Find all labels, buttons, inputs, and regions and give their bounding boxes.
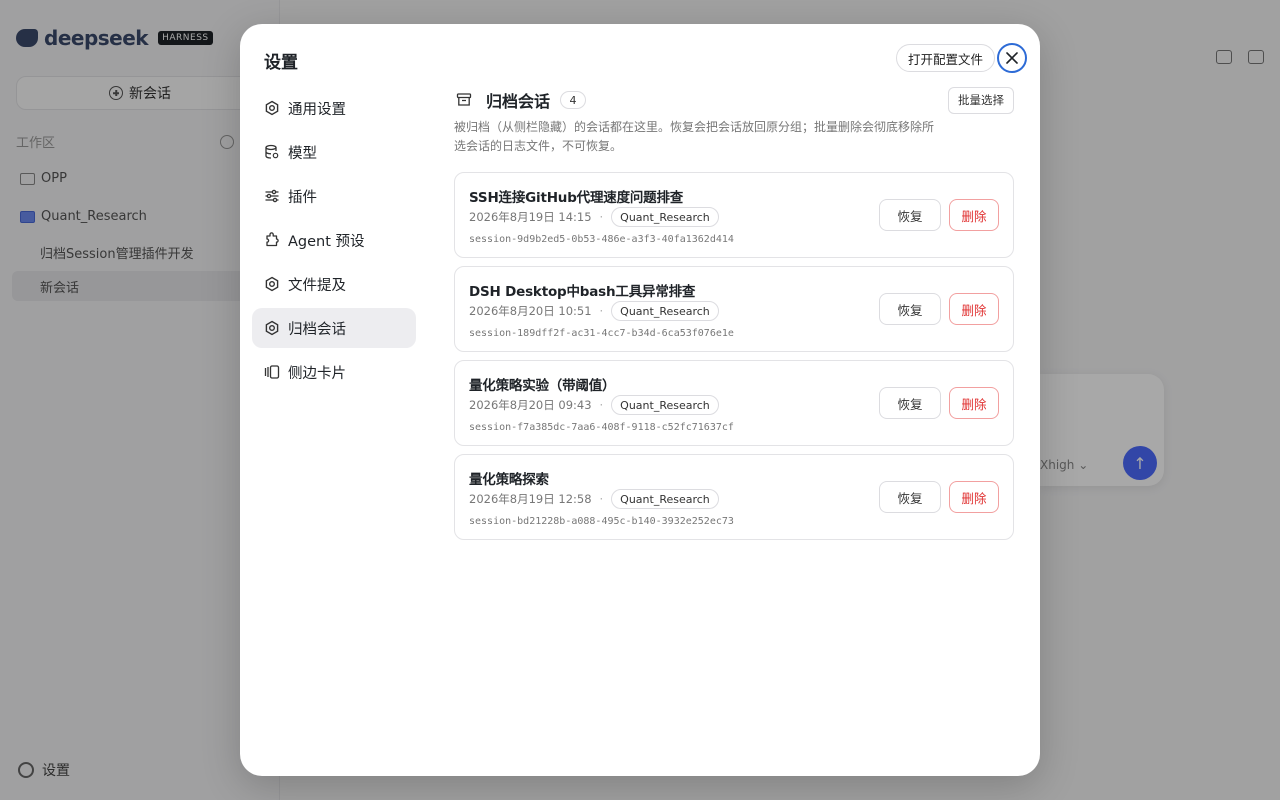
workspace-tag: Quant_Research [611,489,719,509]
delete-button[interactable]: 删除 [949,481,999,513]
modal-title: 设置 [264,53,298,73]
bulk-select-button[interactable]: 批量选择 [948,86,1014,114]
close-button[interactable] [997,43,1027,73]
gear-icon [264,100,280,116]
session-id: session-189dff2f-ac31-4cc7-b34d-6ca53f07… [469,328,734,339]
nav-label: 模型 [288,145,317,162]
archived-session-card: DSH Desktop中bash工具异常排查 2026年8月20日 10:51 … [454,266,1014,352]
restore-button[interactable]: 恢复 [879,387,941,419]
session-id: session-bd21228b-a088-495c-b140-3932e252… [469,516,734,527]
nav-item-side-cards[interactable]: 侧边卡片 [252,352,416,392]
delete-button[interactable]: 删除 [949,387,999,419]
workspace-tag: Quant_Research [611,207,719,227]
nav-item-plugins[interactable]: 插件 [252,176,416,216]
database-icon [264,144,280,160]
archived-session-card: 量化策略探索 2026年8月19日 12:58 · Quant_Research… [454,454,1014,540]
nav-label: 通用设置 [288,101,346,118]
gear-icon [264,320,280,336]
nav-label: 侧边卡片 [288,365,346,382]
separator-dot: · [599,398,604,412]
session-date: 2026年8月20日 10:51 [469,304,592,318]
separator-dot: · [599,492,604,506]
open-config-button[interactable]: 打开配置文件 [896,44,996,72]
session-title: 量化策略实验（带阈值） [469,378,616,394]
archived-session-list: SSH连接GitHub代理速度问题排查 2026年8月19日 14:15 · Q… [454,172,1014,540]
panel-header: 归档会话 4 批量选择 [454,86,1014,114]
settings-modal: 设置 打开配置文件 通用设置 模型 插件 Agent 预设 文件提及 归档会话 [240,24,1040,776]
count-badge: 4 [560,91,587,109]
session-date: 2026年8月19日 14:15 [469,210,592,224]
restore-button[interactable]: 恢复 [879,199,941,231]
settings-nav: 通用设置 模型 插件 Agent 预设 文件提及 归档会话 侧边卡片 [252,88,416,396]
archived-session-card: 量化策略实验（带阈值） 2026年8月20日 09:43 · Quant_Res… [454,360,1014,446]
delete-button[interactable]: 删除 [949,199,999,231]
archived-sessions-panel: 归档会话 4 批量选择 被归档（从侧栏隐藏）的会话都在这里。恢复会把会话放回原分… [454,86,1014,548]
panel-description: 被归档（从侧栏隐藏）的会话都在这里。恢复会把会话放回原分组；批量删除会彻底移除所… [454,120,935,153]
puzzle-icon [264,232,280,248]
session-meta: 2026年8月19日 12:58 · Quant_Research [469,489,719,509]
nav-item-model[interactable]: 模型 [252,132,416,172]
nav-item-archived-sessions[interactable]: 归档会话 [252,308,416,348]
nav-item-file-mentions[interactable]: 文件提及 [252,264,416,304]
separator-dot: · [599,304,604,318]
archived-session-card: SSH连接GitHub代理速度问题排查 2026年8月19日 14:15 · Q… [454,172,1014,258]
separator-dot: · [599,210,604,224]
cards-icon [264,364,280,380]
restore-button[interactable]: 恢复 [879,481,941,513]
nav-label: 文件提及 [288,277,346,294]
session-id: session-f7a385dc-7aa6-408f-9118-c52fc716… [469,422,734,433]
nav-label: Agent 预设 [288,233,365,250]
restore-button[interactable]: 恢复 [879,293,941,325]
session-meta: 2026年8月19日 14:15 · Quant_Research [469,207,719,227]
workspace-tag: Quant_Research [611,395,719,415]
nav-label: 插件 [288,189,317,206]
nav-label: 归档会话 [288,321,346,338]
nav-item-agent-presets[interactable]: Agent 预设 [252,220,416,260]
archive-icon [456,93,472,106]
delete-button[interactable]: 删除 [949,293,999,325]
session-date: 2026年8月19日 12:58 [469,492,592,506]
session-title: SSH连接GitHub代理速度问题排查 [469,190,684,206]
gear-icon [264,276,280,292]
session-id: session-9d9b2ed5-0b53-486e-a3f3-40fa1362… [469,234,734,245]
session-meta: 2026年8月20日 10:51 · Quant_Research [469,301,719,321]
workspace-tag: Quant_Research [611,301,719,321]
session-title: DSH Desktop中bash工具异常排查 [469,284,696,300]
session-meta: 2026年8月20日 09:43 · Quant_Research [469,395,719,415]
close-icon [1006,52,1018,64]
sliders-icon [264,188,280,204]
session-date: 2026年8月20日 09:43 [469,398,592,412]
session-title: 量化策略探索 [469,472,549,488]
panel-title: 归档会话 [486,92,551,111]
nav-item-general[interactable]: 通用设置 [252,88,416,128]
